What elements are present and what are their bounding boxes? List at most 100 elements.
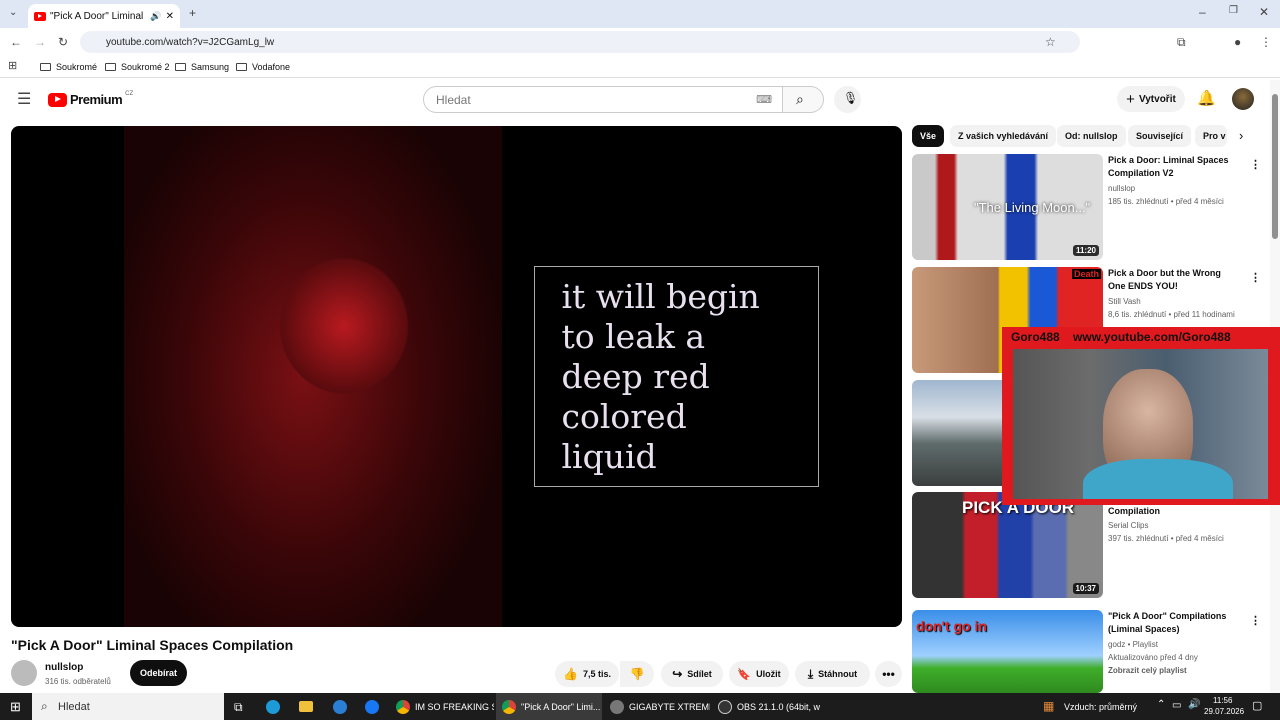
restore-icon[interactable]: ❐ <box>1229 6 1238 16</box>
browser-tab-bar: ⌄ "Pick A Door" Liminal Spaces 🔊 ✕ + – ❐… <box>0 0 1280 28</box>
taskbar-search[interactable]: ⌕ Hledat <box>32 693 224 720</box>
download-label: Stáhnout <box>818 669 858 679</box>
bookmark-label: Vodafone <box>252 62 291 72</box>
extensions-icon[interactable]: ⧉ <box>1177 36 1186 48</box>
video-thumbnail[interactable]: "The Living Moon..." 11:20 <box>912 154 1103 260</box>
apps-grid-icon[interactable]: ⊞ <box>8 61 17 72</box>
account-avatar[interactable] <box>1232 88 1254 110</box>
video-player[interactable]: it will begin to leak a deep red colored… <box>11 126 902 627</box>
thumbnail-text: don't go in <box>916 618 987 634</box>
bookmark-label: Soukromé 2 <box>121 62 170 72</box>
forward-icon[interactable]: → <box>34 36 46 48</box>
notifications-icon[interactable]: ▢ <box>1252 699 1262 712</box>
recommendation-item[interactable]: PICK A DOOR 10:37 Compilation Serial Cli… <box>912 492 1252 599</box>
more-vertical-icon[interactable]: ⋮ <box>1250 614 1261 627</box>
create-button[interactable]: + Vytvořit <box>1117 86 1185 112</box>
taskbar-app-chrome-1[interactable]: IM SO FREAKING S... <box>390 693 494 720</box>
search-placeholder: Hledat <box>436 93 471 107</box>
chip-all[interactable]: Vše <box>912 125 945 147</box>
clock-date[interactable]: 29.07.2026 <box>1204 707 1244 716</box>
windows-start-icon[interactable]: ⊞ <box>10 699 21 715</box>
chip-from-searches[interactable]: Z vašich vyhledávání <box>950 125 1057 147</box>
weather-label[interactable]: Vzduch: průměrný <box>1064 702 1137 712</box>
voice-search-button[interactable]: 🎙 <box>834 86 861 113</box>
internet-explorer-icon[interactable] <box>333 700 347 714</box>
chevron-right-icon[interactable]: › <box>1239 128 1243 143</box>
youtube-header: ☰ Premium CZ Hledat ⌨ ⌕ 🎙 + Vytvořit 🔔 <box>0 80 1270 120</box>
new-tab-icon[interactable]: + <box>189 7 196 19</box>
taskbar-app-label: GIGABYTE XTREME ... <box>629 701 710 712</box>
tab-title: "Pick A Door" Liminal Spaces <box>50 10 146 22</box>
recommendation-title: Pick a Door: Liminal Spaces Compilation … <box>1108 155 1229 178</box>
save-button[interactable]: 🔖 Uložit <box>729 661 789 687</box>
more-actions-button[interactable]: ••• <box>875 661 902 687</box>
subscriber-count: 316 tis. odběratelů <box>45 677 111 686</box>
tab-list-icon[interactable]: ⌄ <box>9 8 17 18</box>
recommendation-item[interactable]: "The Living Moon..." 11:20 Pick a Door: … <box>912 154 1261 261</box>
overlay-label: Goro488 www.youtube.com/Goro488 <box>1011 330 1231 344</box>
bookmark-folder[interactable]: Soukromé <box>40 62 97 72</box>
close-window-icon[interactable]: ✕ <box>1259 6 1269 18</box>
dislike-button[interactable]: 👎 <box>620 661 654 687</box>
profile-icon[interactable]: ● <box>1234 36 1241 48</box>
download-button[interactable]: ⤓ Stáhnout <box>795 661 870 687</box>
bookmark-folder[interactable]: Vodafone <box>236 62 290 72</box>
more-vertical-icon[interactable]: ⋮ <box>1250 158 1261 171</box>
folder-icon <box>40 63 51 71</box>
scrollbar-thumb[interactable] <box>1272 94 1278 239</box>
tab-close-icon[interactable]: ✕ <box>166 11 174 22</box>
search-button[interactable]: ⌕ <box>782 86 824 113</box>
clock-time[interactable]: 11:56 <box>1213 696 1232 705</box>
bookmark-folder[interactable]: Soukromé 2 <box>105 62 170 72</box>
chip-for-you[interactable]: Pro v <box>1195 125 1227 147</box>
recommendation-meta: 397 tis. zhlédnutí • před 4 měsíci <box>1108 534 1224 543</box>
bookmark-label: Samsung <box>191 62 230 72</box>
share-label: Sdílet <box>687 669 712 679</box>
tray-chevron-icon[interactable]: ⌃ <box>1157 699 1165 710</box>
browser-tab[interactable]: "Pick A Door" Liminal Spaces 🔊 ✕ <box>28 4 180 28</box>
video-caption: it will begin to leak a deep red colored… <box>561 276 760 476</box>
search-input[interactable]: Hledat ⌨ <box>423 86 783 113</box>
notifications-bell-icon[interactable]: 🔔 <box>1197 91 1216 106</box>
taskbar-app-gigabyte[interactable]: GIGABYTE XTREME ... <box>604 693 710 720</box>
more-horizontal-icon: ••• <box>882 667 895 681</box>
back-icon[interactable]: ← <box>10 36 22 48</box>
folder-icon <box>105 63 116 71</box>
hamburger-menu-icon[interactable]: ☰ <box>17 92 31 108</box>
taskbar-app-chrome-2[interactable]: "Pick A Door" Limi... <box>496 693 602 720</box>
recommendation-channel: godz • Playlist <box>1108 640 1158 649</box>
task-view-icon[interactable]: ⧉ <box>234 700 243 715</box>
network-icon[interactable]: ▭ <box>1172 700 1181 711</box>
video-frame-apple <box>124 126 502 627</box>
edge-icon[interactable] <box>266 700 280 714</box>
menu-icon[interactable]: ⋮ <box>1260 36 1272 48</box>
channel-name[interactable]: nullslop <box>45 662 83 673</box>
chip-related[interactable]: Související <box>1128 125 1192 147</box>
chrome-icon <box>396 699 410 714</box>
audio-icon[interactable]: 🔊 <box>150 11 161 22</box>
obs-icon <box>718 699 732 714</box>
youtube-logo[interactable]: Premium CZ <box>48 91 133 107</box>
bookmark-star-icon[interactable]: ☆ <box>1045 36 1056 48</box>
volume-icon[interactable]: 🔊 <box>1188 699 1200 710</box>
channel-avatar[interactable] <box>11 660 37 686</box>
minimize-icon[interactable]: – <box>1199 6 1206 18</box>
chip-from-channel[interactable]: Od: nullslop <box>1057 125 1126 147</box>
facebook-icon[interactable] <box>365 700 379 714</box>
share-button[interactable]: ↪ Sdílet <box>661 661 723 687</box>
recommendation-playlist[interactable]: don't go in "Pick A Door" Compilations (… <box>912 610 1261 693</box>
file-explorer-icon[interactable] <box>299 701 313 712</box>
reload-icon[interactable]: ↻ <box>58 36 68 48</box>
like-button[interactable]: 👍 7,5 tis. <box>555 661 619 687</box>
view-full-playlist-link[interactable]: Zobrazit celý playlist <box>1108 666 1187 675</box>
bookmark-folder[interactable]: Samsung <box>175 62 229 72</box>
video-thumbnail[interactable]: PICK A DOOR 10:37 <box>912 492 1103 598</box>
keyboard-icon[interactable]: ⌨ <box>756 93 772 106</box>
subscribe-button[interactable]: Odebírat <box>130 660 187 686</box>
playlist-thumbnail[interactable]: don't go in <box>912 610 1103 693</box>
video-duration: 10:37 <box>1072 583 1099 594</box>
taskbar-app-obs[interactable]: OBS 21.1.0 (64bit, w... <box>712 693 820 720</box>
weather-icon[interactable]: ▦ <box>1043 699 1054 713</box>
url-bar[interactable]: youtube.com/watch?v=J2CGamLg_lw <box>80 31 1080 53</box>
more-vertical-icon[interactable]: ⋮ <box>1250 271 1261 284</box>
